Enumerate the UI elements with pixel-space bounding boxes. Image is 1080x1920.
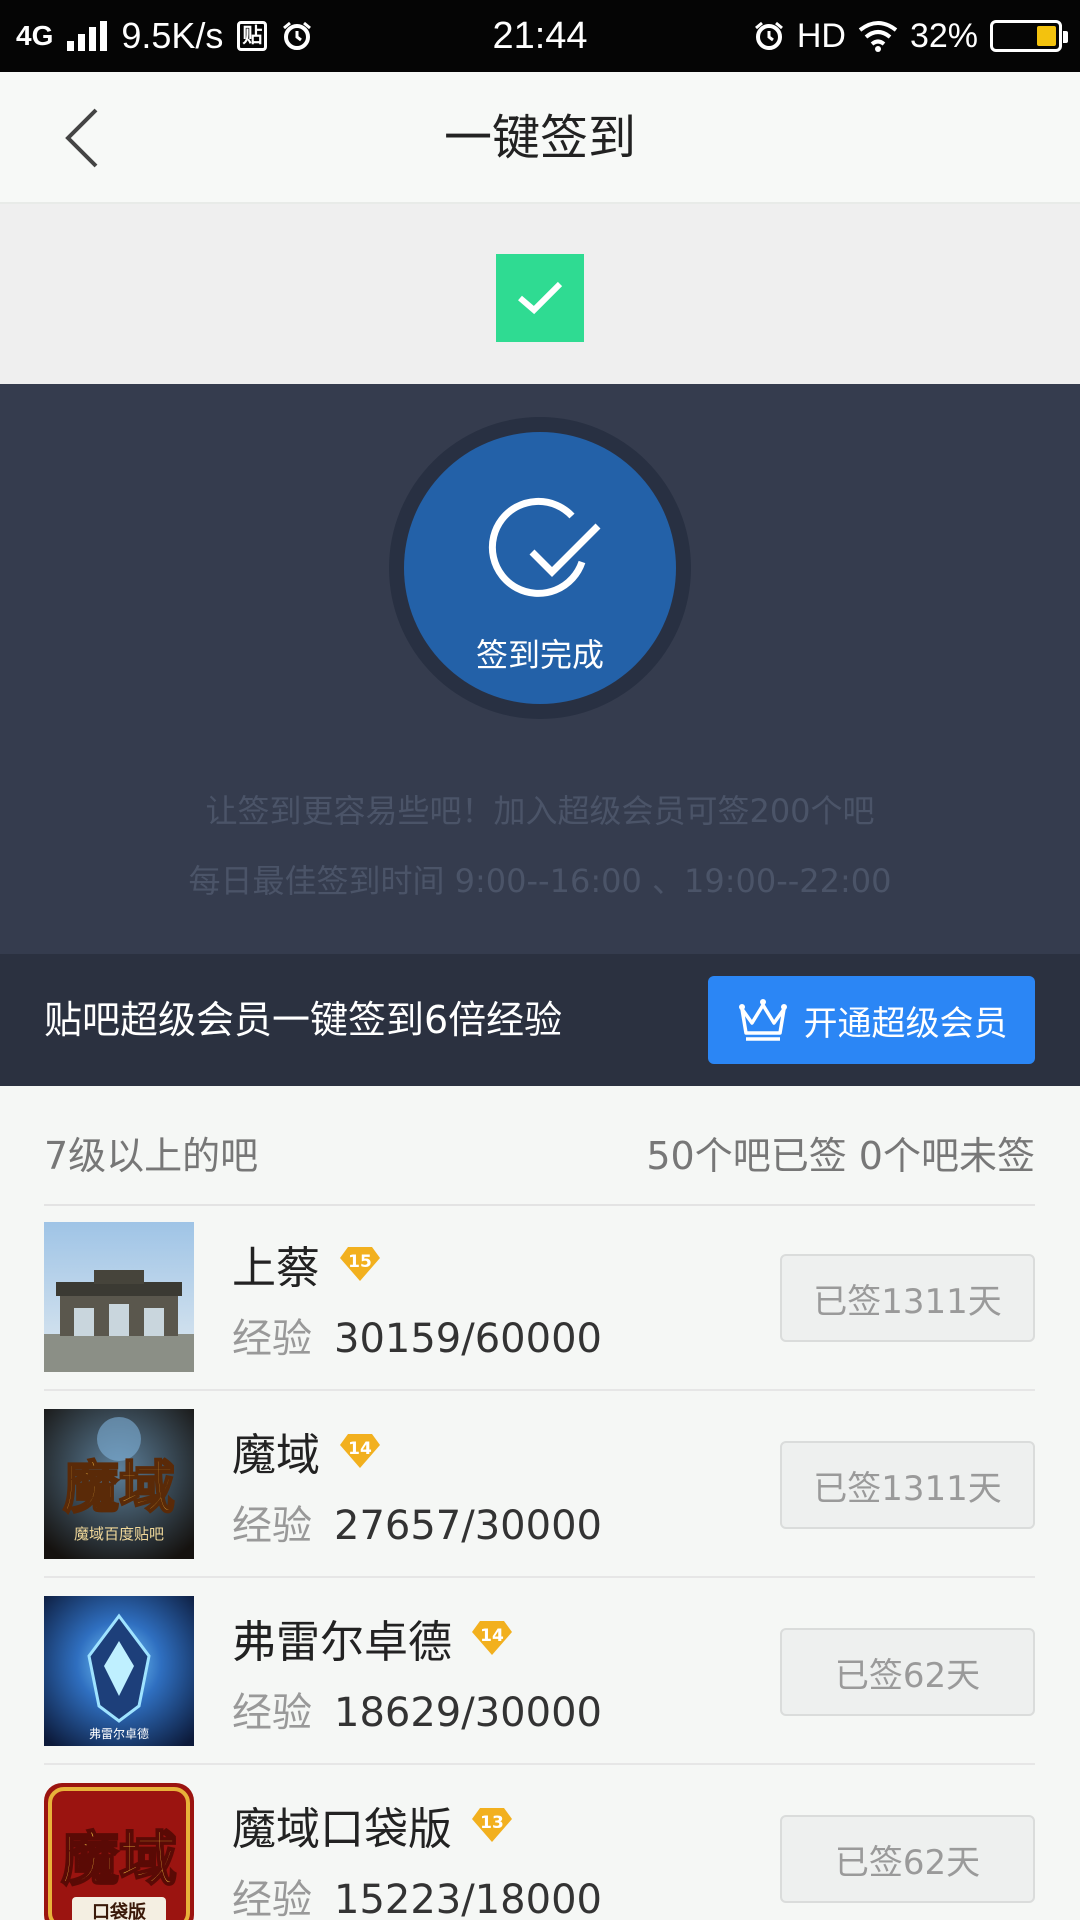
status-bar: 4G 9.5K/s 贴 21:44 HD 32% — [0, 0, 1080, 72]
sign-complete-icon — [488, 497, 601, 597]
forum-list: 上蔡 15 经验 30159/60000 已签1311天 魔域 魔域百度贴吧 魔域 — [0, 1204, 1080, 1920]
nav-bar: 一键签到 — [0, 72, 1080, 204]
page-title: 一键签到 — [443, 110, 636, 166]
battery-icon — [990, 20, 1068, 52]
hd-indicator: HD — [796, 16, 846, 55]
level-badge-icon: 14 — [470, 1619, 514, 1657]
success-banner — [0, 204, 1080, 384]
list-item[interactable]: 弗雷尔卓德 弗雷尔卓德 14 经验 18629/30000 已签62天 — [0, 1578, 1080, 1765]
signed-days-button[interactable]: 已签1311天 — [780, 1441, 1035, 1529]
list-item[interactable]: 魔域 魔域百度贴吧 魔域 14 经验 27657/30000 已签1311天 — [0, 1391, 1080, 1578]
alarm-icon — [754, 21, 783, 50]
signed-days-button[interactable]: 已签62天 — [780, 1815, 1035, 1903]
level-badge-icon: 15 — [338, 1245, 382, 1283]
signed-days-button[interactable]: 已签62天 — [780, 1628, 1035, 1716]
level-number: 14 — [480, 1626, 504, 1646]
forum-name: 弗雷尔卓德 14 — [232, 1606, 514, 1670]
list-item[interactable]: 上蔡 15 经验 30159/60000 已签1311天 — [0, 1204, 1080, 1391]
level-badge-icon: 13 — [470, 1806, 514, 1844]
battery-fill — [1037, 26, 1056, 46]
forum-thumbnail[interactable]: 弗雷尔卓德 — [44, 1596, 194, 1746]
check-badge-icon — [496, 254, 584, 342]
signed-days-button[interactable]: 已签1311天 — [780, 1254, 1035, 1342]
sign-in-status-circle: 签到完成 — [389, 417, 691, 719]
forum-exp: 经验 18629/30000 — [232, 1690, 602, 1736]
open-vip-button[interactable]: 开通超级会员 — [708, 976, 1035, 1064]
svg-text:魔域: 魔域 — [63, 1455, 175, 1521]
level-number: 15 — [348, 1252, 372, 1272]
forum-exp: 经验 15223/18000 — [232, 1877, 602, 1920]
vip-promo-bar: 贴吧超级会员一键签到6倍经验 开通超级会员 — [0, 954, 1080, 1086]
tip-text: 让签到更容易些吧！加入超级会员可签200个吧 — [205, 792, 875, 830]
list-item[interactable]: 魔域 口袋版 魔域口袋版 13 经验 15223/18000 已签62天 — [0, 1765, 1080, 1920]
vip-promo-text: 贴吧超级会员一键签到6倍经验 — [44, 998, 563, 1042]
crown-icon — [738, 999, 787, 1041]
open-vip-label: 开通超级会员 — [803, 1003, 1008, 1044]
forum-thumbnail[interactable]: 魔域 魔域百度贴吧 — [44, 1409, 194, 1559]
battery-percent: 32% — [909, 16, 978, 55]
svg-text:弗雷尔卓德: 弗雷尔卓德 — [89, 1726, 149, 1741]
forum-thumbnail[interactable]: 魔域 口袋版 — [44, 1783, 194, 1920]
forum-name: 魔域口袋版 13 — [232, 1793, 514, 1857]
sign-complete-label: 签到完成 — [475, 636, 604, 674]
svg-text:魔域: 魔域 — [61, 1825, 177, 1893]
forum-name: 魔域 14 — [232, 1419, 382, 1483]
forum-name: 上蔡 15 — [232, 1232, 382, 1296]
best-time-text: 每日最佳签到时间 9:00--16:00 、19:00--22:00 — [188, 862, 892, 900]
forum-exp: 经验 27657/30000 — [232, 1503, 602, 1549]
svg-text:魔域百度贴吧: 魔域百度贴吧 — [74, 1525, 164, 1543]
level-number: 13 — [480, 1813, 504, 1833]
svg-text:口袋版: 口袋版 — [92, 1901, 146, 1920]
level-number: 14 — [348, 1439, 372, 1459]
sign-in-panel: 签到完成 让签到更容易些吧！加入超级会员可签200个吧 每日最佳签到时间 9:0… — [0, 384, 1080, 954]
wifi-icon — [858, 21, 898, 52]
forum-thumbnail[interactable] — [44, 1222, 194, 1372]
forum-exp: 经验 30159/60000 — [232, 1316, 602, 1362]
forum-list-header: 7级以上的吧 50个吧已签 0个吧未签 — [0, 1086, 1080, 1206]
level-badge-icon: 14 — [338, 1432, 382, 1470]
